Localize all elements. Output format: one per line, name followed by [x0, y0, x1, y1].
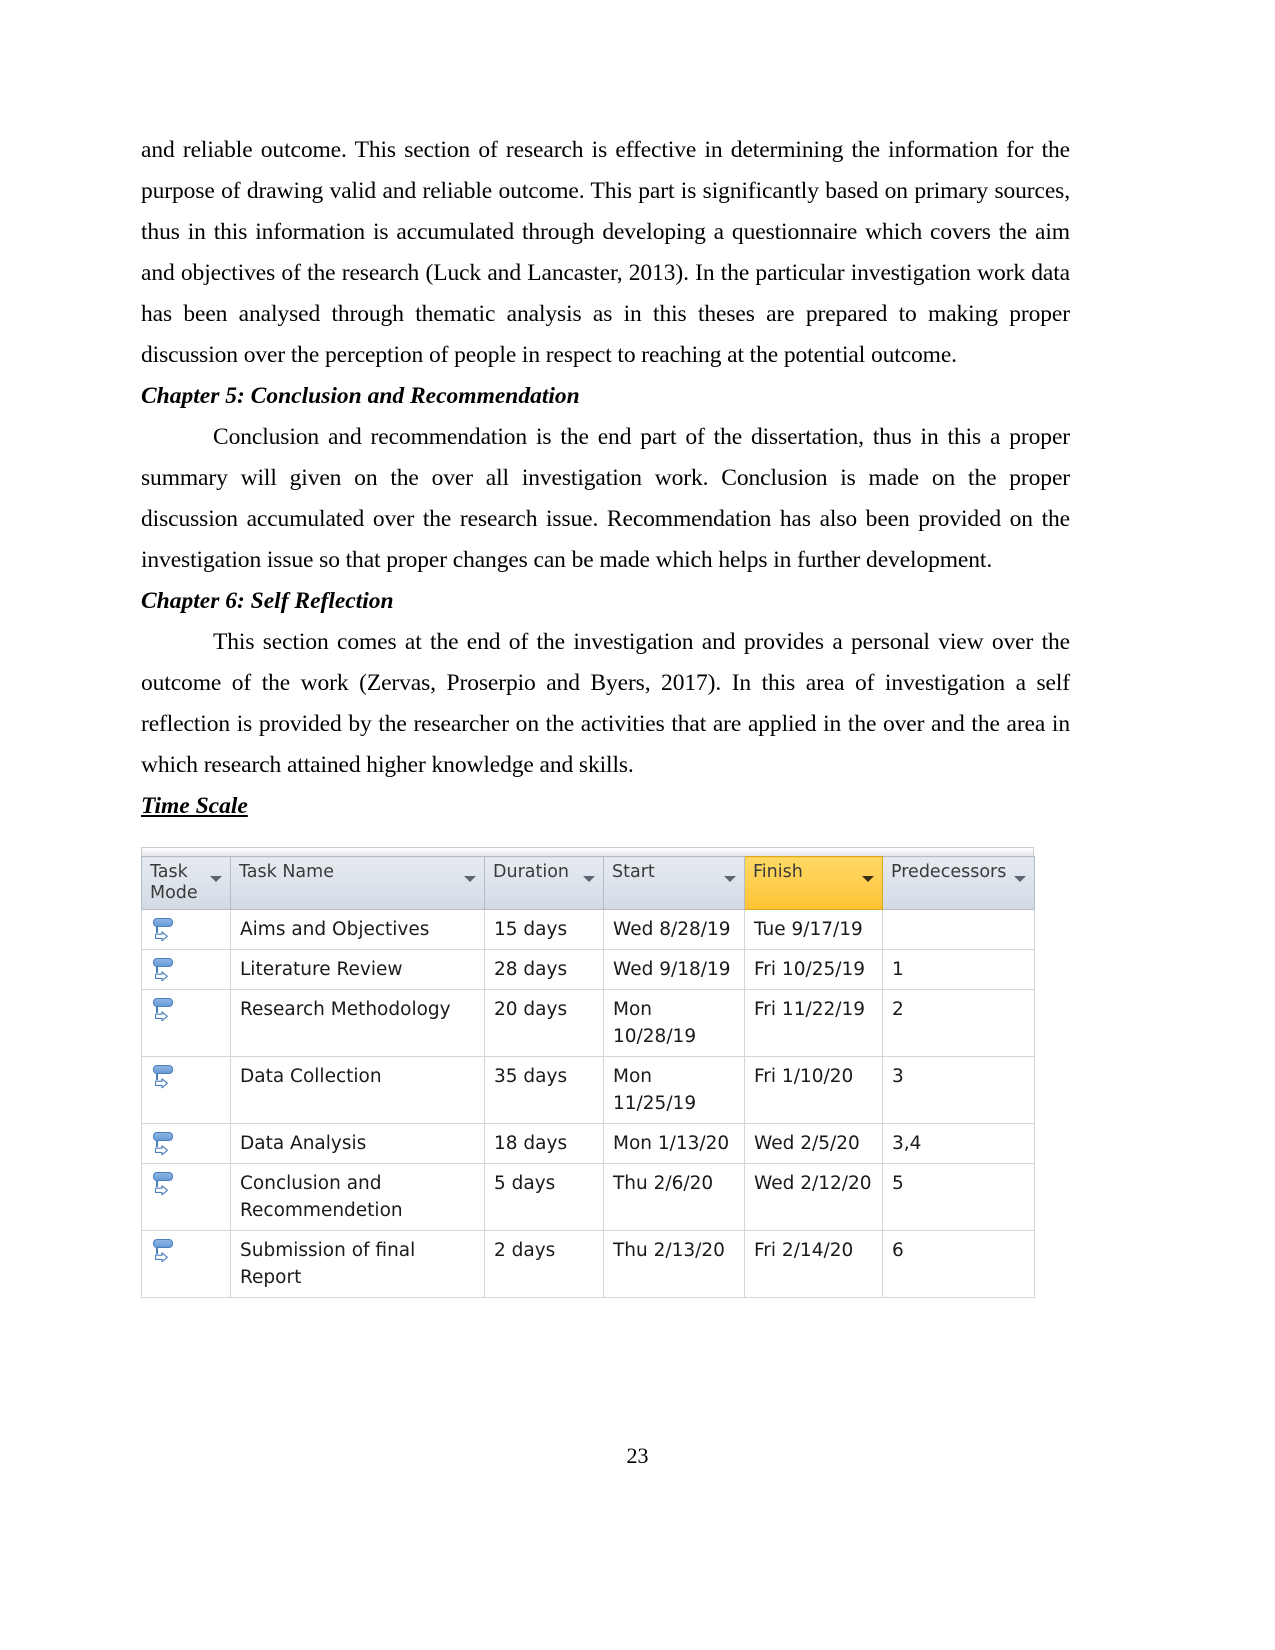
paragraph-methodology-continuation: and reliable outcome. This section of re… [141, 137, 1070, 368]
cell-finish[interactable]: Fri 11/22/19 [744, 989, 883, 1057]
cell-start[interactable]: Mon 10/28/19 [603, 989, 745, 1057]
column-label-duration: Duration [493, 862, 570, 882]
column-header-duration[interactable]: Duration [484, 856, 604, 910]
table-row[interactable]: Research Methodology 20 days Mon 10/28/1… [141, 989, 1035, 1057]
heading-chapter-6: Chapter 6: Self Reflection [141, 588, 394, 614]
cell-task-name[interactable]: Research Methodology [230, 989, 485, 1057]
cell-predecessors[interactable]: 3 [882, 1056, 1035, 1124]
cell-finish[interactable]: Tue 9/17/19 [744, 909, 883, 950]
table-row[interactable]: Data Collection 35 days Mon 11/25/19 Fri… [141, 1056, 1035, 1124]
cell-predecessors[interactable]: 2 [882, 989, 1035, 1057]
cell-predecessors[interactable]: 1 [882, 949, 1035, 990]
column-header-task-name[interactable]: Task Name [230, 856, 485, 910]
cell-task-name[interactable]: Data Collection [230, 1056, 485, 1124]
column-header-finish[interactable]: Finish [744, 856, 883, 910]
filter-dropdown-icon-predecessors[interactable] [1014, 876, 1026, 882]
cell-duration[interactable]: 28 days [484, 949, 604, 990]
paragraph-chapter6-body: This section comes at the end of the inv… [141, 629, 1070, 778]
cell-finish[interactable]: Wed 2/5/20 [744, 1123, 883, 1164]
heading-time-scale: Time Scale [141, 793, 248, 819]
cell-predecessors[interactable]: 5 [882, 1163, 1035, 1231]
project-schedule-table: Task Mode Task Name Duration Start Finis… [141, 847, 1035, 1298]
cell-finish[interactable]: Fri 2/14/20 [744, 1230, 883, 1298]
page-number: 23 [626, 1443, 649, 1468]
filter-dropdown-icon-start[interactable] [724, 876, 736, 882]
heading-chapter-5: Chapter 5: Conclusion and Recommendation [141, 383, 580, 409]
cell-task-mode[interactable] [141, 909, 231, 950]
cell-start[interactable]: Mon 1/13/20 [603, 1123, 745, 1164]
filter-dropdown-icon-task-mode[interactable] [210, 876, 222, 882]
cell-finish[interactable]: Fri 1/10/20 [744, 1056, 883, 1124]
document-page: and reliable outcome. This section of re… [0, 0, 1275, 1650]
cell-task-name[interactable]: Submission of final Report [230, 1230, 485, 1298]
table-row[interactable]: Conclusion and Recommendetion 5 days Thu… [141, 1163, 1035, 1231]
column-label-finish: Finish [753, 862, 803, 882]
cell-start[interactable]: Wed 9/18/19 [603, 949, 745, 990]
cell-task-name[interactable]: Conclusion and Recommendetion [230, 1163, 485, 1231]
cell-start[interactable]: Thu 2/13/20 [603, 1230, 745, 1298]
gantt-task-table: Task Mode Task Name Duration Start Finis… [141, 856, 1035, 1298]
cell-task-mode[interactable] [141, 949, 231, 990]
column-label-predecessors: Predecessors [891, 862, 1007, 882]
table-header-row: Task Mode Task Name Duration Start Finis… [141, 856, 1035, 910]
cell-task-mode[interactable] [141, 989, 231, 1057]
cell-start[interactable]: Mon 11/25/19 [603, 1056, 745, 1124]
cell-task-mode[interactable] [141, 1230, 231, 1298]
table-row[interactable]: Literature Review 28 days Wed 9/18/19 Fr… [141, 949, 1035, 990]
cell-duration[interactable]: 5 days [484, 1163, 604, 1231]
cell-task-name[interactable]: Aims and Objectives [230, 909, 485, 950]
paragraph-chapter5-body: Conclusion and recommendation is the end… [141, 424, 1070, 573]
table-row[interactable]: Submission of final Report 2 days Thu 2/… [141, 1230, 1035, 1298]
table-row[interactable]: Aims and Objectives 15 days Wed 8/28/19 … [141, 909, 1035, 950]
cell-predecessors[interactable]: 3,4 [882, 1123, 1035, 1164]
cell-duration[interactable]: 15 days [484, 909, 604, 950]
column-label-start: Start [612, 862, 655, 882]
cell-task-name[interactable]: Literature Review [230, 949, 485, 990]
column-header-task-mode[interactable]: Task Mode [141, 856, 231, 910]
cell-duration[interactable]: 18 days [484, 1123, 604, 1164]
cell-start[interactable]: Wed 8/28/19 [603, 909, 745, 950]
cell-predecessors[interactable]: 6 [882, 1230, 1035, 1298]
cell-start[interactable]: Thu 2/6/20 [603, 1163, 745, 1231]
cell-finish[interactable]: Fri 10/25/19 [744, 949, 883, 990]
table-top-strip [141, 847, 1034, 856]
cell-task-mode[interactable] [141, 1056, 231, 1124]
column-label-task-mode: Task Mode [150, 862, 198, 903]
cell-task-mode[interactable] [141, 1163, 231, 1231]
cell-duration[interactable]: 35 days [484, 1056, 604, 1124]
column-label-task-name: Task Name [239, 862, 334, 882]
cell-task-name[interactable]: Data Analysis [230, 1123, 485, 1164]
filter-dropdown-icon-duration[interactable] [583, 876, 595, 882]
table-body: Aims and Objectives 15 days Wed 8/28/19 … [141, 909, 1035, 1298]
column-header-predecessors[interactable]: Predecessors [882, 856, 1035, 910]
cell-task-mode[interactable] [141, 1123, 231, 1164]
filter-dropdown-icon-finish[interactable] [862, 876, 874, 882]
filter-dropdown-icon-task-name[interactable] [464, 876, 476, 882]
cell-finish[interactable]: Wed 2/12/20 [744, 1163, 883, 1231]
cell-duration[interactable]: 2 days [484, 1230, 604, 1298]
table-row[interactable]: Data Analysis 18 days Mon 1/13/20 Wed 2/… [141, 1123, 1035, 1164]
cell-predecessors[interactable] [882, 909, 1035, 950]
cell-duration[interactable]: 20 days [484, 989, 604, 1057]
column-header-start[interactable]: Start [603, 856, 745, 910]
